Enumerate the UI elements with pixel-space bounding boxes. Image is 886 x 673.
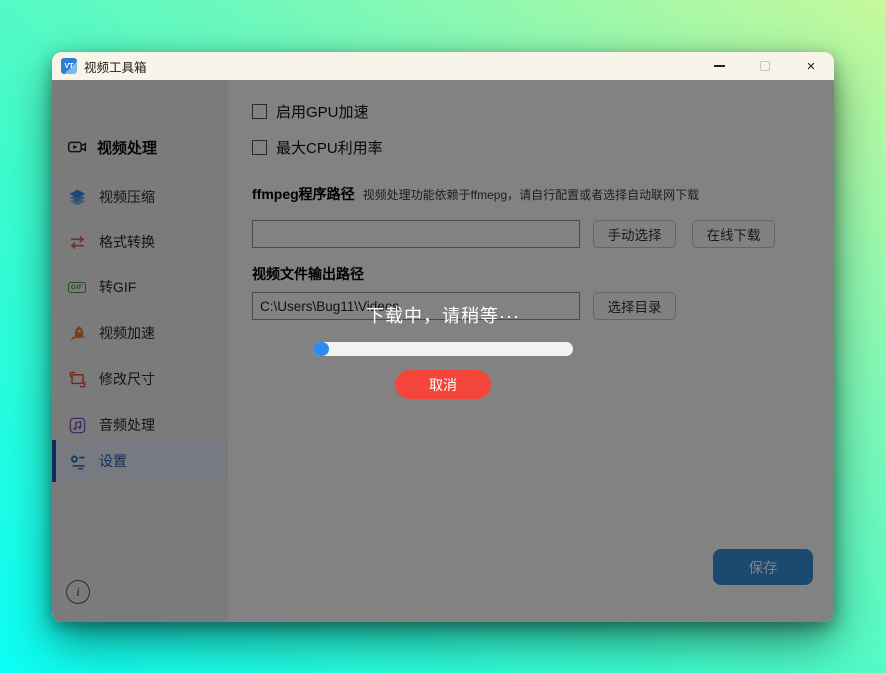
- close-button[interactable]: ×: [788, 52, 834, 80]
- app-window: VT 视频工具箱 × 视频处理: [52, 52, 834, 622]
- cancel-download-button[interactable]: 取消: [395, 370, 491, 399]
- download-progress-bar: [313, 342, 573, 356]
- download-progress-fill: [313, 342, 329, 356]
- download-dialog: 下载中，请稍等··· 取消: [52, 302, 834, 399]
- window-title: 视频工具箱: [84, 57, 147, 76]
- maximize-button[interactable]: [742, 52, 788, 80]
- minimize-icon: [714, 65, 725, 67]
- desktop: { "window": { "title": "视频工具箱", "app_ico…: [0, 0, 886, 673]
- download-status-text: 下载中，请稍等···: [52, 302, 834, 328]
- window-controls: ×: [696, 52, 834, 80]
- minimize-button[interactable]: [696, 52, 742, 80]
- app-icon: VT: [61, 58, 77, 74]
- maximize-icon: [760, 61, 770, 71]
- titlebar: VT 视频工具箱 ×: [52, 52, 834, 80]
- client-area: 视频处理 视频压缩: [52, 80, 834, 622]
